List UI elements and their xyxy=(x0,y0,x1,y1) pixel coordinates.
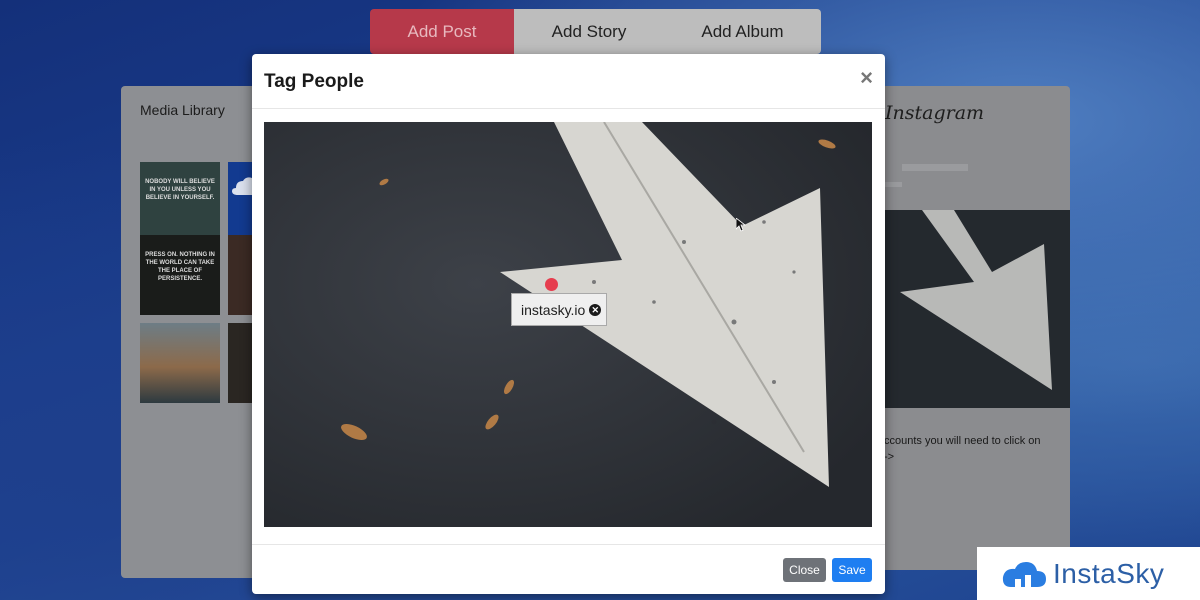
media-thumbnail[interactable]: PRESS ON. NOTHING IN THE WORLD CAN TAKE … xyxy=(140,235,220,315)
cloud-logo-icon xyxy=(1002,561,1046,587)
tab-add-story[interactable]: Add Story xyxy=(514,9,664,54)
close-button[interactable]: Close xyxy=(783,558,826,582)
tag-marker-dot[interactable] xyxy=(545,278,558,291)
preview-image xyxy=(882,210,1070,408)
tab-add-album[interactable]: Add Album xyxy=(664,9,821,54)
media-library-title: Media Library xyxy=(140,102,225,118)
remove-tag-icon[interactable]: ✕ xyxy=(589,303,602,316)
modal-title: Tag People xyxy=(264,71,364,92)
instagram-logo: Instagram xyxy=(885,102,985,124)
instagram-preview-panel: Instagram ccounts you will need to click… xyxy=(872,86,1070,570)
tag-photo[interactable]: instasky.io ✕ xyxy=(264,122,872,527)
thumbnail-quote: PRESS ON. NOTHING IN THE WORLD CAN TAKE … xyxy=(145,252,215,282)
save-button[interactable]: Save xyxy=(832,558,872,582)
tag-username: instasky.io xyxy=(521,301,586,318)
close-icon[interactable]: × xyxy=(860,67,873,89)
modal-footer: Close Save xyxy=(252,544,885,594)
tag-people-modal: Tag People × instasky.io ✕ Close Save xyxy=(252,54,885,594)
tag-label[interactable]: instasky.io ✕ xyxy=(511,293,608,326)
thumbnail-quote: NOBODY WILL BELIEVE IN YOU UNLESS YOU BE… xyxy=(145,179,215,201)
placeholder-line xyxy=(882,182,902,187)
media-thumbnail[interactable] xyxy=(140,323,220,403)
media-thumbnail[interactable]: NOBODY WILL BELIEVE IN YOU UNLESS YOU BE… xyxy=(140,162,220,242)
media-library-panel: Media Library NOBODY WILL BELIEVE IN YOU… xyxy=(121,86,261,578)
preview-caption: ccounts you will need to click on -> xyxy=(884,435,1041,463)
modal-header: Tag People × xyxy=(252,54,885,109)
tab-add-post[interactable]: Add Post xyxy=(370,9,514,54)
brand-name: InstaSky xyxy=(1053,557,1165,589)
arrow-photo-preview xyxy=(882,210,1070,408)
instasky-brand-badge: InstaSky xyxy=(977,547,1200,600)
post-type-tabs: Add Post Add Story Add Album xyxy=(370,9,821,54)
mouse-cursor-icon xyxy=(736,218,746,232)
placeholder-line xyxy=(902,164,968,171)
